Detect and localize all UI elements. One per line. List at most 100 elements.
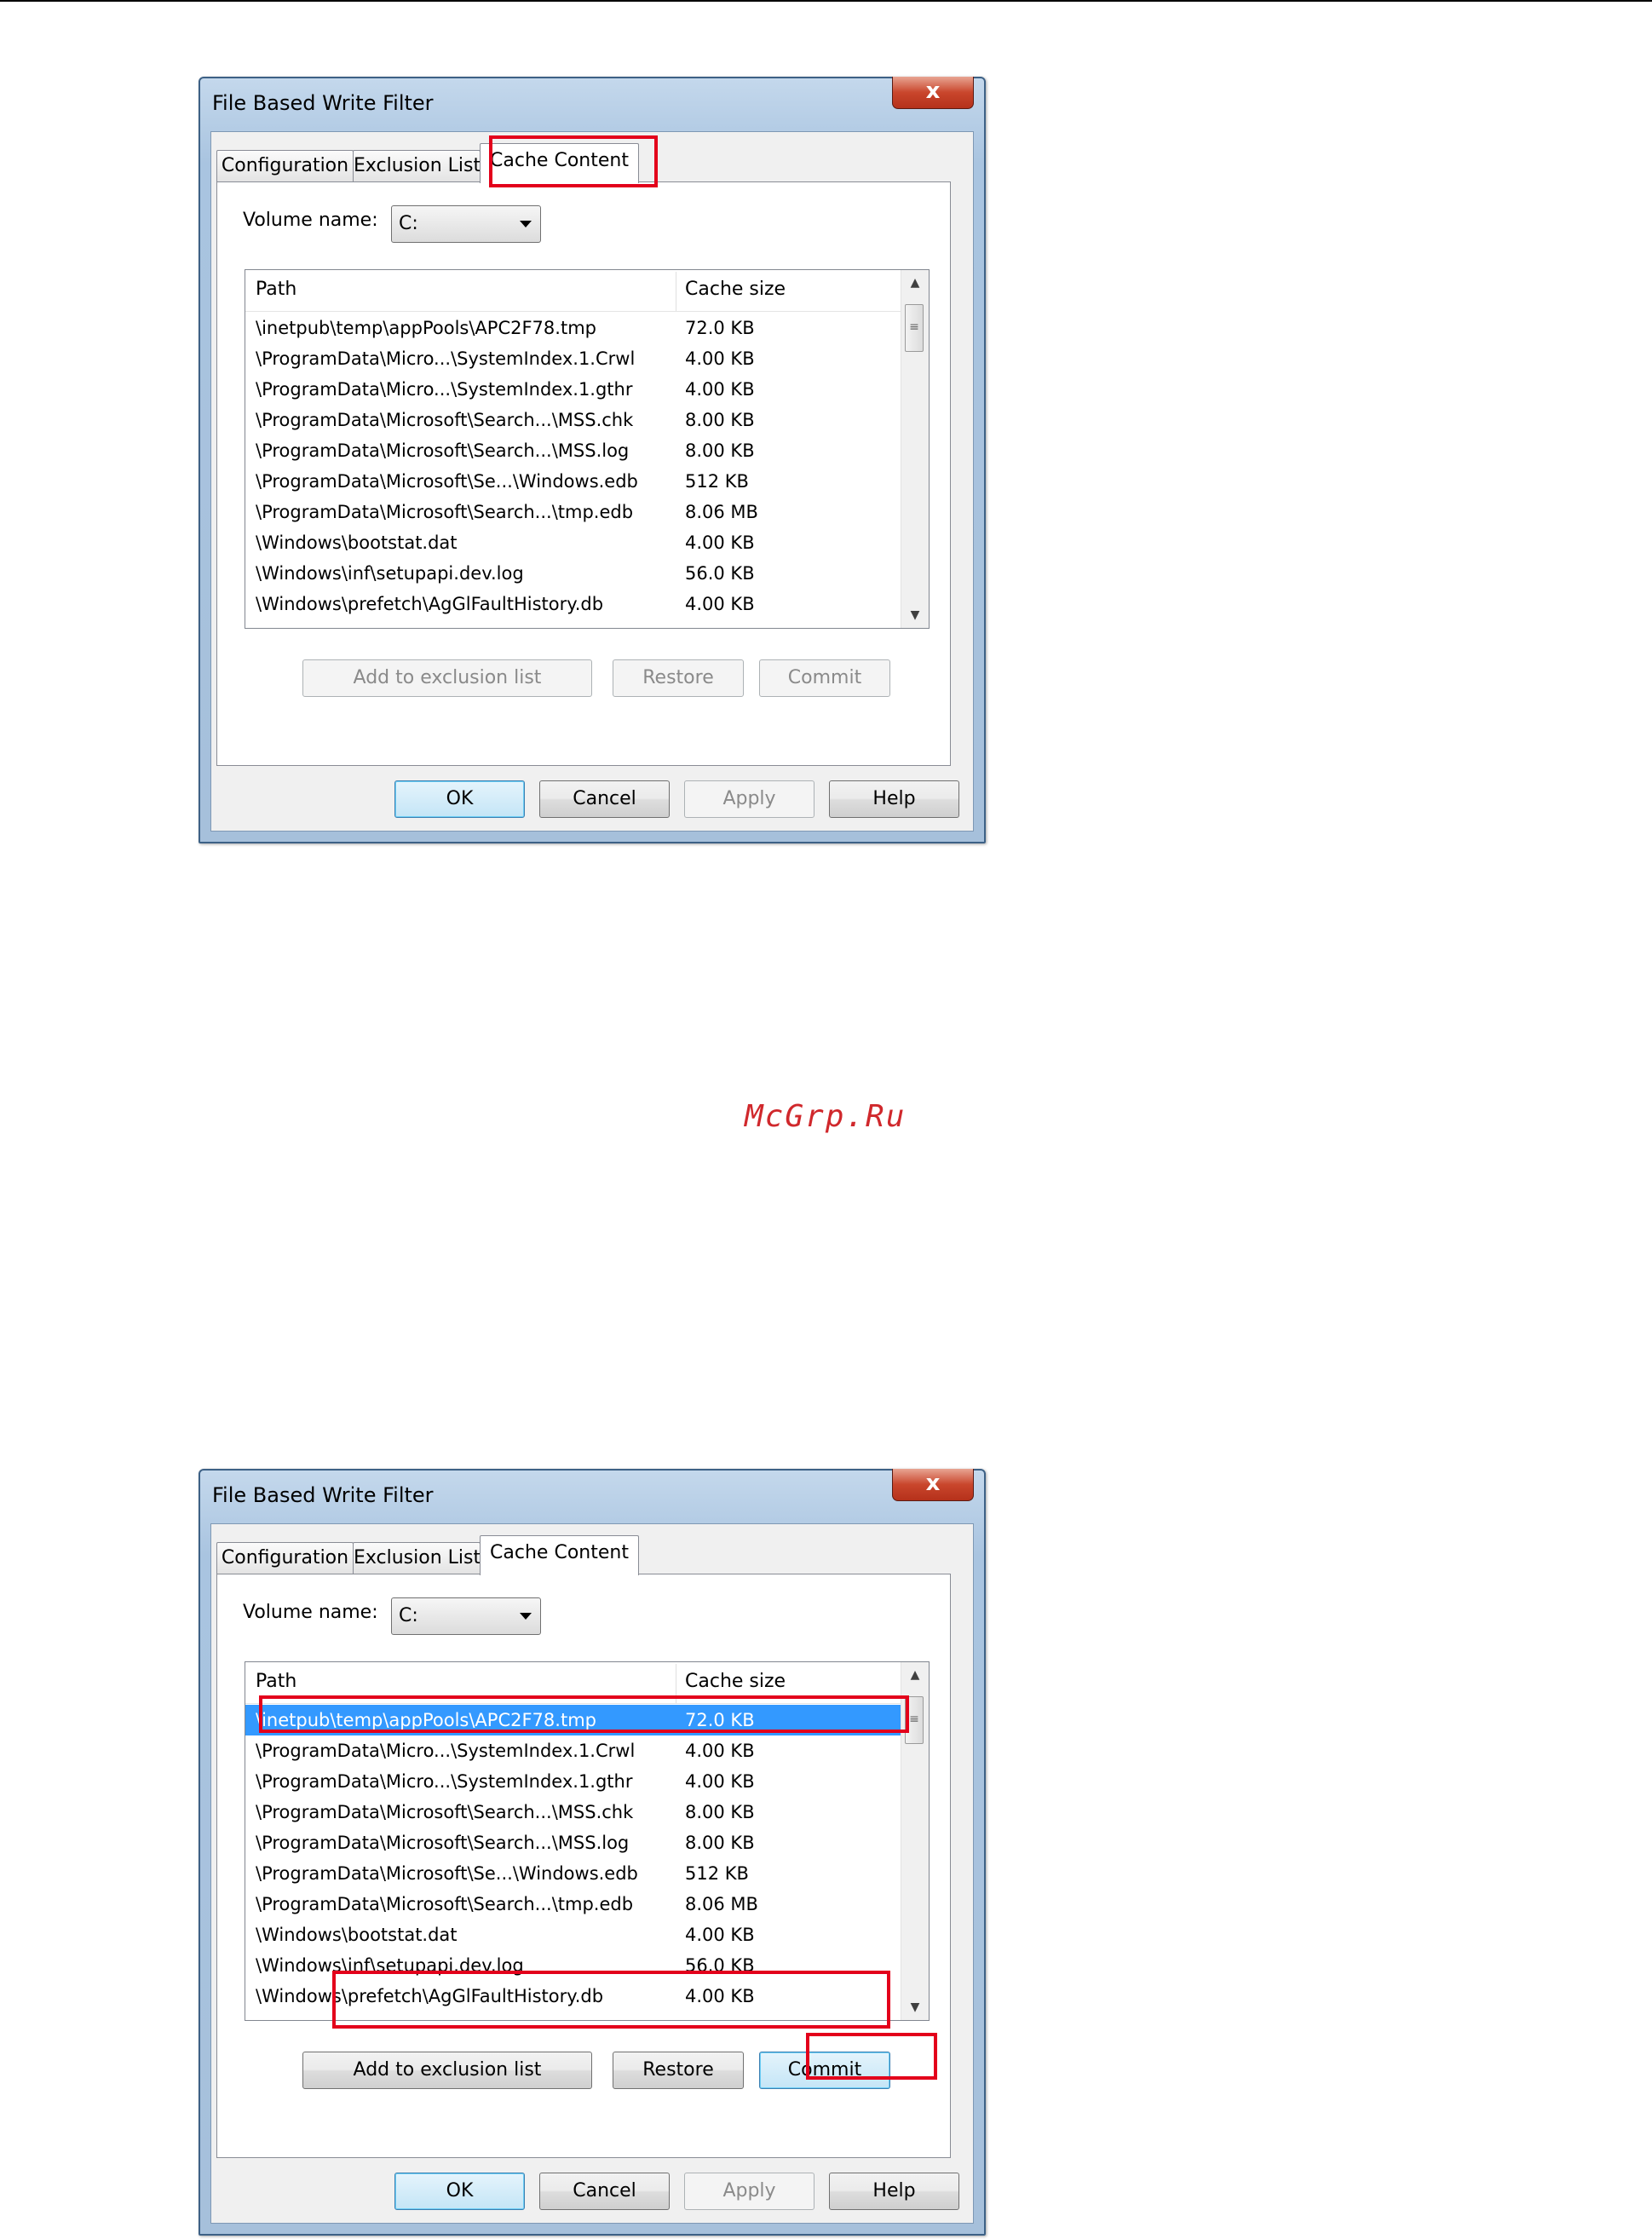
scroll-up-icon[interactable]: ▲ — [901, 1662, 929, 1688]
dialog-client-area: Configuration Exclusion List Cache Conte… — [210, 131, 974, 832]
table-row[interactable]: \ProgramData\Microsoft\Search...\MSS.chk… — [245, 1797, 901, 1827]
row-path: \ProgramData\Microsoft\Search...\MSS.chk — [256, 410, 634, 430]
dialog-title: File Based Write Filter — [212, 91, 434, 115]
row-path: \Windows\bootstat.dat — [256, 1925, 458, 1945]
add-to-exclusion-list-button[interactable]: Add to exclusion list — [302, 2052, 592, 2089]
help-button[interactable]: Help — [829, 780, 959, 818]
help-button[interactable]: Help — [829, 2173, 959, 2210]
tab-panel: Volume name: C: Path Cache size \inetpub… — [216, 181, 951, 766]
row-cache-size: 8.00 KB — [685, 1802, 755, 1822]
watermark-text: McGrp.Ru — [745, 1099, 907, 1134]
header-divider — [245, 311, 901, 312]
table-row[interactable]: \ProgramData\Microsoft\Search...\tmp.edb… — [245, 1889, 901, 1920]
tab-exclusion-list[interactable]: Exclusion List — [353, 150, 481, 182]
tab-configuration[interactable]: Configuration — [216, 1542, 354, 1574]
fbwf-dialog-1: File Based Write Filter x Configuration … — [199, 77, 986, 843]
close-button[interactable]: x — [892, 77, 974, 109]
tab-exclusion-list[interactable]: Exclusion List — [353, 1542, 481, 1574]
column-header-path[interactable]: Path — [256, 1671, 296, 1692]
commit-button[interactable]: Commit — [759, 659, 890, 697]
cancel-button[interactable]: Cancel — [539, 780, 670, 818]
table-row[interactable]: \ProgramData\Microsoft\Search...\MSS.log… — [245, 435, 901, 466]
table-row[interactable]: \ProgramData\Micro...\SystemIndex.1.Crwl… — [245, 343, 901, 374]
row-cache-size: 8.06 MB — [685, 1894, 758, 1914]
table-row[interactable]: \ProgramData\Microsoft\Search...\MSS.log… — [245, 1827, 901, 1858]
row-cache-size: 8.00 KB — [685, 1833, 755, 1853]
table-row[interactable]: \ProgramData\Microsoft\Search...\tmp.edb… — [245, 497, 901, 527]
row-cache-size: 8.06 MB — [685, 502, 758, 522]
row-cache-size: 4.00 KB — [685, 1771, 755, 1792]
highlight-box-prefetch-row — [332, 1971, 890, 2029]
column-header-cache-size[interactable]: Cache size — [685, 279, 786, 300]
row-path: \ProgramData\Microsoft\Search...\tmp.edb — [256, 502, 634, 522]
row-path: \Windows\bootstat.dat — [256, 532, 458, 553]
row-path: \ProgramData\Microsoft\Se...\Windows.edb — [256, 1863, 638, 1884]
title-bar[interactable]: File Based Write Filter x — [200, 1469, 984, 1522]
table-row[interactable]: \ProgramData\Microsoft\Se...\Windows.edb… — [245, 1858, 901, 1889]
close-button[interactable]: x — [892, 1469, 974, 1501]
title-bar[interactable]: File Based Write Filter x — [200, 77, 984, 130]
apply-button[interactable]: Apply — [684, 780, 814, 818]
row-cache-size: 512 KB — [685, 1863, 749, 1884]
row-path: \Windows\prefetch\AgGlFaultHistory.db — [256, 594, 604, 614]
table-row[interactable]: \ProgramData\Microsoft\Search...\MSS.chk… — [245, 405, 901, 435]
list-rows: \inetpub\temp\appPools\APC2F78.tmp 72.0 K… — [245, 313, 901, 619]
highlight-box-cache-tab — [489, 135, 658, 187]
table-row[interactable]: \inetpub\temp\appPools\APC2F78.tmp 72.0 K… — [245, 313, 901, 343]
vertical-scrollbar[interactable]: ▲ ≡ ▼ — [901, 270, 929, 628]
row-path: \ProgramData\Microsoft\Search...\tmp.edb — [256, 1894, 634, 1914]
table-row[interactable]: \ProgramData\Micro...\SystemIndex.1.Crwl… — [245, 1735, 901, 1766]
cancel-button[interactable]: Cancel — [539, 2173, 670, 2210]
cache-list[interactable]: Path Cache size \inetpub\temp\appPools\A… — [245, 269, 930, 629]
close-icon: x — [925, 78, 941, 104]
column-header-path[interactable]: Path — [256, 279, 296, 300]
row-cache-size: 8.00 KB — [685, 410, 755, 430]
volume-name-label: Volume name: — [243, 210, 378, 231]
row-path: \ProgramData\Micro...\SystemIndex.1.gthr — [256, 1771, 633, 1792]
chevron-down-icon — [520, 1613, 532, 1620]
restore-button[interactable]: Restore — [613, 2052, 744, 2089]
row-cache-size: 56.0 KB — [685, 563, 755, 584]
row-cache-size: 4.00 KB — [685, 1925, 755, 1945]
column-header-cache-size[interactable]: Cache size — [685, 1671, 786, 1692]
dialog-client-area: Configuration Exclusion List Cache Conte… — [210, 1523, 974, 2224]
row-path: \Windows\inf\setupapi.dev.log — [256, 563, 524, 584]
row-cache-size: 4.00 KB — [685, 1741, 755, 1761]
volume-select-value: C: — [399, 213, 418, 234]
table-row[interactable]: \Windows\inf\setupapi.dev.log 56.0 KB — [245, 558, 901, 589]
table-row[interactable]: \Windows\bootstat.dat 4.00 KB — [245, 1920, 901, 1950]
ok-button[interactable]: OK — [394, 2173, 525, 2210]
tab-configuration[interactable]: Configuration — [216, 150, 354, 182]
ok-button[interactable]: OK — [394, 780, 525, 818]
scroll-thumb[interactable]: ≡ — [905, 304, 924, 352]
volume-select-value: C: — [399, 1605, 418, 1626]
table-row[interactable]: \Windows\bootstat.dat 4.00 KB — [245, 527, 901, 558]
table-row[interactable]: \ProgramData\Micro...\SystemIndex.1.gthr… — [245, 374, 901, 405]
row-cache-size: 4.00 KB — [685, 532, 755, 553]
scroll-down-icon[interactable]: ▼ — [901, 602, 929, 628]
add-to-exclusion-list-button[interactable]: Add to exclusion list — [302, 659, 592, 697]
row-cache-size: 4.00 KB — [685, 379, 755, 400]
highlight-box-commit-button — [806, 2033, 937, 2080]
volume-select[interactable]: C: — [391, 1597, 541, 1635]
volume-name-label: Volume name: — [243, 1602, 378, 1623]
row-cache-size: 8.00 KB — [685, 440, 755, 461]
table-row[interactable]: \ProgramData\Micro...\SystemIndex.1.gthr… — [245, 1766, 901, 1797]
row-cache-size: 72.0 KB — [685, 318, 755, 338]
row-path: \ProgramData\Micro...\SystemIndex.1.Crwl — [256, 1741, 636, 1761]
scroll-up-icon[interactable]: ▲ — [901, 270, 929, 296]
row-path: \inetpub\temp\appPools\APC2F78.tmp — [256, 318, 596, 338]
restore-button[interactable]: Restore — [613, 659, 744, 697]
list-header: Path Cache size — [245, 270, 901, 312]
tab-cache-content[interactable]: Cache Content — [480, 1535, 639, 1575]
table-row[interactable]: \Windows\prefetch\AgGlFaultHistory.db 4.0… — [245, 589, 901, 619]
row-path: \ProgramData\Micro...\SystemIndex.1.gthr — [256, 379, 633, 400]
page-top-rule — [0, 0, 1652, 2]
row-path: \ProgramData\Micro...\SystemIndex.1.Crwl — [256, 348, 636, 369]
volume-select[interactable]: C: — [391, 205, 541, 243]
fbwf-dialog-2: File Based Write Filter x Configuration … — [199, 1469, 986, 2236]
row-path: \ProgramData\Microsoft\Search...\MSS.log — [256, 1833, 630, 1853]
table-row[interactable]: \ProgramData\Microsoft\Se...\Windows.edb… — [245, 466, 901, 497]
scroll-down-icon[interactable]: ▼ — [901, 1994, 929, 2020]
apply-button[interactable]: Apply — [684, 2173, 814, 2210]
